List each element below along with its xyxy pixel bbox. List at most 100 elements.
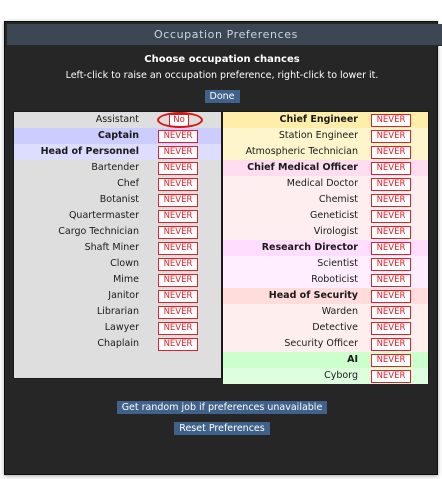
preference-button-chief-engineer[interactable]: NEVER: [371, 114, 411, 127]
job-row-chaplain: Chaplain NEVER: [14, 336, 221, 352]
window-titlebar[interactable]: Occupation Preferences: [7, 24, 442, 46]
job-row-assistant: Assistant No: [14, 112, 221, 128]
preference-button-detective[interactable]: NEVER: [371, 322, 411, 335]
job-row-chief-engineer: Chief Engineer NEVER: [223, 112, 428, 128]
job-row-librarian: Librarian NEVER: [14, 304, 221, 320]
job-name: Shaft Miner: [84, 242, 139, 253]
preference-button-head-of-security[interactable]: NEVER: [371, 290, 411, 303]
job-row-lawyer: Lawyer NEVER: [14, 320, 221, 336]
job-name: Chief Medical Officer: [247, 162, 358, 173]
preference-button-research-director[interactable]: NEVER: [371, 242, 411, 255]
job-row-mime: Mime NEVER: [14, 272, 221, 288]
job-name: Head of Personnel: [40, 146, 139, 157]
preference-button-chemist[interactable]: NEVER: [371, 194, 411, 207]
job-name: Chef: [117, 178, 139, 189]
job-row-cyborg: Cyborg NEVER: [223, 368, 428, 384]
random-job-button[interactable]: Get random job if preferences unavailabl…: [116, 401, 328, 414]
job-row-captain: Captain NEVER: [14, 128, 221, 144]
job-name: Head of Security: [268, 290, 358, 301]
preference-button-security-officer[interactable]: NEVER: [371, 338, 411, 351]
job-row-geneticist: Geneticist NEVER: [223, 208, 428, 224]
job-name: Detective: [312, 322, 358, 333]
preference-button-scientist[interactable]: NEVER: [371, 258, 411, 271]
job-row-virologist: Virologist NEVER: [223, 224, 428, 240]
job-name: Botanist: [99, 194, 139, 205]
preference-button-chef[interactable]: NEVER: [158, 178, 198, 191]
preference-button-quartermaster[interactable]: NEVER: [158, 210, 198, 223]
left-job-column: Assistant No Captain NEVER Head of Personnel…: [14, 112, 221, 378]
job-name: Cyborg: [324, 370, 358, 381]
job-row-head-of-security: Head of Security NEVER: [223, 288, 428, 304]
job-name: Mime: [113, 274, 139, 285]
right-job-column: Chief Engineer NEVER Station Engineer NEVER…: [223, 112, 428, 384]
job-name: Clown: [110, 258, 139, 269]
job-row-chef: Chef NEVER: [14, 176, 221, 192]
preference-button-librarian[interactable]: NEVER: [158, 306, 198, 319]
job-name: Atmospheric Technician: [245, 146, 358, 157]
job-row-atmospheric-technician: Atmospheric Technician NEVER: [223, 144, 428, 160]
preference-button-ai[interactable]: NEVER: [371, 354, 411, 367]
job-row-security-officer: Security Officer NEVER: [223, 336, 428, 352]
job-name: Chief Engineer: [279, 114, 358, 125]
job-row-station-engineer: Station Engineer NEVER: [223, 128, 428, 144]
job-name: Chaplain: [97, 338, 139, 349]
job-row-janitor: Janitor NEVER: [14, 288, 221, 304]
reset-preferences-button[interactable]: Reset Preferences: [174, 422, 270, 435]
preference-button-captain[interactable]: NEVER: [158, 130, 198, 143]
job-name: Security Officer: [284, 338, 358, 349]
job-name: Roboticist: [311, 274, 358, 285]
job-name: Bartender: [91, 162, 139, 173]
preference-button-station-engineer[interactable]: NEVER: [371, 130, 411, 143]
job-row-quartermaster: Quartermaster NEVER: [14, 208, 221, 224]
preference-button-chief-medical-officer[interactable]: NEVER: [371, 162, 411, 175]
preference-button-botanist[interactable]: NEVER: [158, 194, 198, 207]
footer-actions: Get random job if preferences unavailabl…: [5, 395, 439, 437]
job-name: Scientist: [317, 258, 358, 269]
job-name: Janitor: [108, 290, 139, 301]
job-name: Cargo Technician: [58, 226, 139, 237]
instructions-title: Choose occupation chances: [144, 54, 300, 65]
job-row-research-director: Research Director NEVER: [223, 240, 428, 256]
job-name: Chemist: [318, 194, 358, 205]
done-button[interactable]: Done: [204, 90, 240, 103]
preference-button-warden[interactable]: NEVER: [371, 306, 411, 319]
job-row-warden: Warden NEVER: [223, 304, 428, 320]
job-row-head-of-personnel: Head of Personnel NEVER: [14, 144, 221, 160]
preference-button-mime[interactable]: NEVER: [158, 274, 198, 287]
job-name: Research Director: [261, 242, 358, 253]
instructions-header: Choose occupation chances Left-click to …: [5, 53, 439, 103]
preference-button-chaplain[interactable]: NEVER: [158, 338, 198, 351]
job-name: Quartermaster: [68, 210, 139, 221]
preference-button-cyborg[interactable]: NEVER: [371, 370, 411, 383]
job-row-botanist: Botanist NEVER: [14, 192, 221, 208]
job-row-roboticist: Roboticist NEVER: [223, 272, 428, 288]
job-name: Captain: [97, 130, 139, 141]
preference-button-janitor[interactable]: NEVER: [158, 290, 198, 303]
job-row-chief-medical-officer: Chief Medical Officer NEVER: [223, 160, 428, 176]
preference-button-cargo-technician[interactable]: NEVER: [158, 226, 198, 239]
occupation-preferences-window: Occupation Preferences Choose occupation…: [4, 21, 442, 475]
preference-button-geneticist[interactable]: NEVER: [371, 210, 411, 223]
job-name: Librarian: [96, 306, 139, 317]
job-preference-tables: Assistant No Captain NEVER Head of Personnel…: [13, 111, 429, 384]
instructions-subtitle: Left-click to raise an occupation prefer…: [65, 70, 379, 81]
job-name: Assistant: [95, 114, 139, 125]
preference-button-medical-doctor[interactable]: NEVER: [371, 178, 411, 191]
job-name: Geneticist: [310, 210, 358, 221]
preference-button-bartender[interactable]: NEVER: [158, 162, 198, 175]
preference-button-virologist[interactable]: NEVER: [371, 226, 411, 239]
preference-button-clown[interactable]: NEVER: [158, 258, 198, 271]
job-row-ai: AI NEVER: [223, 352, 428, 368]
job-row-cargo-technician: Cargo Technician NEVER: [14, 224, 221, 240]
job-row-detective: Detective NEVER: [223, 320, 428, 336]
preference-button-lawyer[interactable]: NEVER: [158, 322, 198, 335]
preference-button-head-of-personnel[interactable]: NEVER: [158, 146, 198, 159]
job-name: AI: [347, 354, 358, 365]
preference-button-roboticist[interactable]: NEVER: [371, 274, 411, 287]
preference-button-shaft-miner[interactable]: NEVER: [158, 242, 198, 255]
job-name: Lawyer: [104, 322, 139, 333]
preference-button-atmospheric-technician[interactable]: NEVER: [371, 146, 411, 159]
job-row-chemist: Chemist NEVER: [223, 192, 428, 208]
job-row-clown: Clown NEVER: [14, 256, 221, 272]
preference-button-assistant[interactable]: No: [169, 114, 189, 127]
